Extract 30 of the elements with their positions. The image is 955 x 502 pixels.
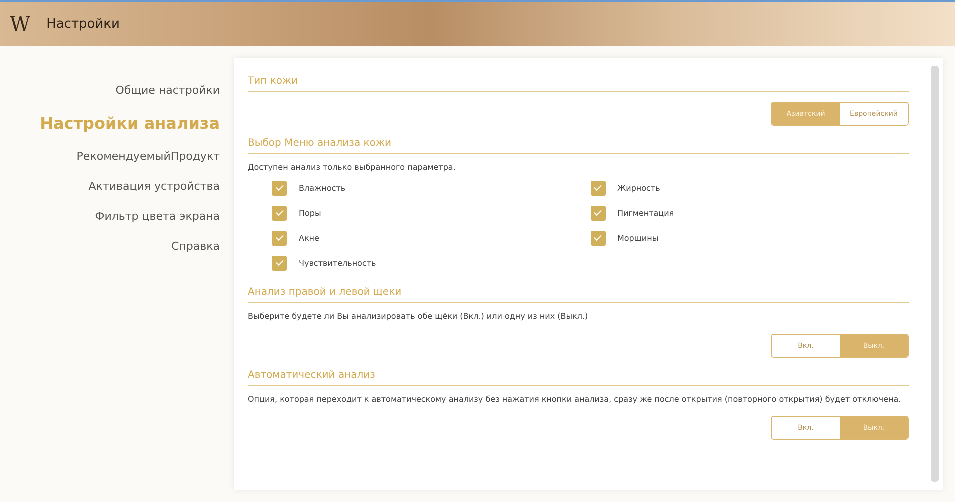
section-title: Тип кожи bbox=[248, 68, 909, 92]
checkbox-label: Поры bbox=[299, 208, 322, 218]
app-logo: W bbox=[10, 12, 31, 36]
section-description: Выберите будете ли Вы анализировать обе щёки (Вкл.) или одну из них (Выкл.) bbox=[248, 310, 590, 323]
checkbox-label: Влажность bbox=[299, 184, 346, 193]
checkbox[interactable] bbox=[272, 180, 287, 196]
section-title: Анализ правой и левой щеки bbox=[248, 278, 909, 303]
sidebar-item[interactable]: Фильтр цвета экрана bbox=[95, 210, 220, 223]
sidebar-item[interactable]: Настройки анализа bbox=[40, 114, 220, 133]
checkbox[interactable] bbox=[272, 230, 287, 246]
checkbox[interactable] bbox=[590, 230, 606, 246]
checkbox-label: Чувствительность bbox=[299, 258, 376, 268]
window-title: Настройки bbox=[46, 16, 120, 32]
checkbox-label: Акне bbox=[299, 234, 320, 243]
checkbox[interactable] bbox=[590, 206, 606, 221]
checkbox[interactable] bbox=[272, 206, 287, 221]
sidebar-item[interactable]: Общие настройки bbox=[116, 84, 220, 97]
checkbox[interactable] bbox=[272, 256, 287, 271]
sidebar-item[interactable]: РекомендуемыйПродукт bbox=[76, 150, 220, 163]
checkbox-label: Пигментация bbox=[618, 208, 674, 218]
section-title: Автоматический анализ bbox=[248, 362, 909, 386]
scrollbar[interactable] bbox=[931, 66, 939, 482]
checkbox-label: Морщины bbox=[618, 234, 659, 243]
checkbox-label: Жирность bbox=[618, 184, 660, 193]
sidebar-item[interactable]: Справка bbox=[172, 240, 220, 253]
section-description: Опция, которая переходит к автоматическому анализу без нажатия кнопки анализа, сразу же после открытия (повторного открытия) будет отключена. bbox=[248, 394, 902, 406]
section-description: Доступен анализ только выбранного параметра. bbox=[248, 162, 457, 174]
section-title: Выбор Меню анализа кожи bbox=[248, 130, 909, 154]
sidebar-item[interactable]: Активация устройства bbox=[88, 180, 220, 193]
checkbox[interactable] bbox=[590, 180, 606, 196]
